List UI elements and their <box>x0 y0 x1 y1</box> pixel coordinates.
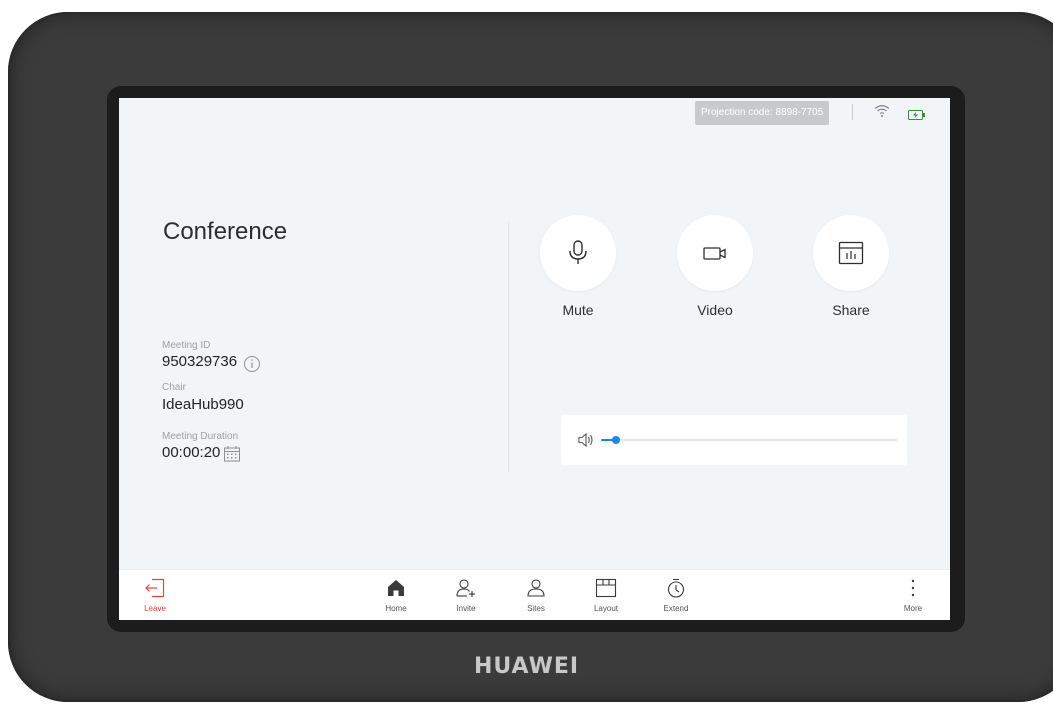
home-button[interactable]: Home <box>366 578 426 613</box>
status-divider <box>852 104 853 120</box>
leave-label: Leave <box>144 604 166 613</box>
sites-label: Sites <box>527 604 545 613</box>
more-label: More <box>903 604 923 613</box>
bottom-nav-bar: Leave Home Invite Sites Layout Extend Mo… <box>119 569 950 620</box>
leave-icon <box>145 578 165 598</box>
share-circle[interactable] <box>813 215 889 291</box>
conference-title: Conference <box>163 218 288 245</box>
extend-label: Extend <box>663 604 689 613</box>
invite-button[interactable]: Invite <box>436 578 496 613</box>
video-circle[interactable] <box>677 215 753 291</box>
mute-button[interactable]: Mute <box>539 215 617 318</box>
layout-label: Layout <box>593 604 619 613</box>
device-brand-logo: HUAWEI <box>473 654 580 679</box>
panel-divider <box>508 222 509 472</box>
chair-label: Chair <box>162 382 186 393</box>
microphone-icon <box>569 240 587 264</box>
leave-button[interactable]: Leave <box>125 578 185 613</box>
more-vertical-icon <box>911 579 915 597</box>
meeting-id-value: 950329736 <box>162 353 238 370</box>
speaker-icon[interactable] <box>577 432 595 453</box>
sites-button[interactable]: Sites <box>506 578 566 613</box>
home-icon <box>388 580 404 596</box>
share-screen-icon <box>838 241 864 265</box>
info-icon[interactable] <box>243 355 261 378</box>
battery-icon <box>908 107 926 125</box>
share-label: Share <box>832 302 870 318</box>
video-button[interactable]: Video <box>676 215 754 318</box>
meeting-duration-value: 00:00:20 <box>162 444 221 461</box>
chair-value: IdeaHub990 <box>162 396 244 413</box>
more-button[interactable]: More <box>883 578 943 613</box>
layout-button[interactable]: Layout <box>576 578 636 613</box>
mute-circle[interactable] <box>540 215 616 291</box>
home-label: Home <box>385 604 407 613</box>
extend-button[interactable]: Extend <box>646 578 706 613</box>
mute-label: Mute <box>562 302 594 318</box>
meeting-id-label: Meeting ID <box>162 340 211 351</box>
screen: Projection code: 8898-7705 Conference Me… <box>119 98 950 620</box>
timer-icon <box>667 578 685 598</box>
share-button[interactable]: Share <box>812 215 890 318</box>
volume-slider-knob[interactable] <box>611 436 620 444</box>
invite-icon <box>456 579 475 597</box>
meeting-duration-label: Meeting Duration <box>162 431 239 442</box>
volume-card <box>561 415 907 465</box>
calendar-icon[interactable] <box>223 445 241 468</box>
invite-label: Invite <box>456 604 476 613</box>
projection-code-badge: Projection code: 8898-7705 <box>695 101 830 125</box>
volume-slider[interactable] <box>601 436 897 444</box>
wifi-icon <box>874 104 890 123</box>
video-label: Video <box>697 302 733 318</box>
video-camera-icon <box>703 247 726 260</box>
layout-icon <box>595 578 617 598</box>
sites-icon <box>527 579 545 597</box>
